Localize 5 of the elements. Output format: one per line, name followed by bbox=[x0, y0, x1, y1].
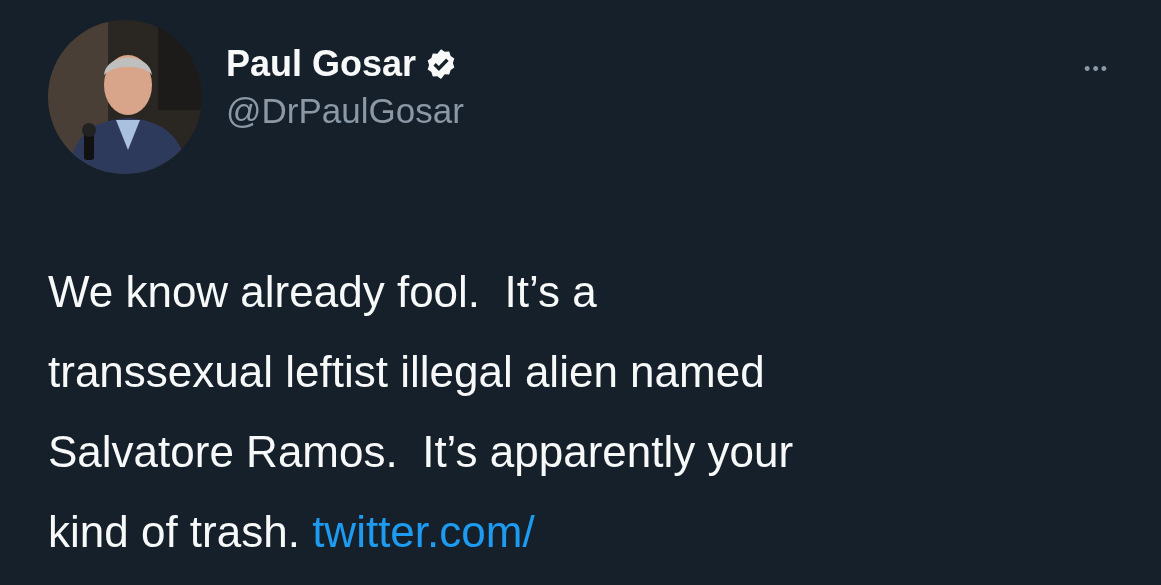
more-button[interactable]: ••• bbox=[1080, 60, 1113, 78]
author-name[interactable]: Paul Gosar bbox=[226, 44, 417, 84]
tweet-link[interactable]: twitter.com/ bbox=[312, 507, 535, 556]
author-handle[interactable]: @DrPaulGosar bbox=[226, 91, 1081, 131]
tweet-text: We know already fool. It’s a transsexual leftist illegal alien named Salvatore Ramos. It’s apparently your kind of trash. twitter.com/ bbox=[48, 266, 795, 558]
